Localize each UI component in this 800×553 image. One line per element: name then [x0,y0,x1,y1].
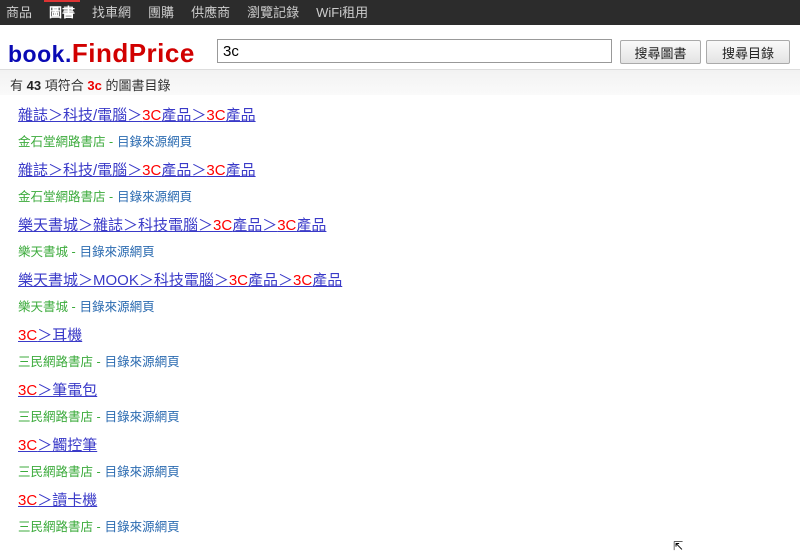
source-page-link[interactable]: 目錄來源網頁 [117,135,192,149]
store-name: 三民網路書店 [18,355,94,369]
source-page-link[interactable]: 目錄來源網頁 [105,520,180,534]
result-source: 三民網路書店 - 目錄來源網頁 [18,461,342,480]
result-item: 3C＞耳機三民網路書店 - 目錄來源網頁 [18,327,342,382]
keyword-highlight: 3C [18,382,38,399]
result-source: 三民網路書店 - 目錄來源網頁 [18,351,342,370]
search-input[interactable] [217,39,612,63]
result-item: 3C＞讀卡機三民網路書店 - 目錄來源網頁 [18,492,342,547]
nav-tab[interactable]: 找車網 [92,0,131,25]
separator: - [109,135,114,149]
title-segment: 樂天書城＞雜誌＞科技電腦＞ [18,217,214,234]
title-segment: 產品 [296,217,327,234]
separator: - [96,355,101,369]
result-source: 三民網路書店 - 目錄來源網頁 [18,516,342,535]
result-source: 樂天書城 - 目錄來源網頁 [18,296,342,315]
title-segment: ＞筆電包 [37,382,98,399]
summary-mid: 項符合 [44,78,84,93]
title-segment: ＞觸控筆 [37,437,98,454]
result-title-link[interactable]: 3C＞讀卡機 [18,492,97,510]
nav-tab[interactable]: 團購 [148,0,174,25]
search-books-button[interactable]: 搜尋圖書 [620,40,701,64]
keyword-highlight: 3C [206,107,226,124]
separator: - [109,190,114,204]
store-name: 樂天書城 [18,300,69,314]
site-logo[interactable]: book.FindPrice [8,38,195,69]
store-name: 樂天書城 [18,245,69,259]
result-title-link[interactable]: 3C＞觸控筆 [18,437,97,455]
result-item: 雜誌＞科技/電腦＞3C產品＞3C產品 金石堂網路書店 - 目錄來源網頁 [18,162,342,217]
result-title-link[interactable]: 3C＞耳機 [18,327,82,345]
source-page-link[interactable]: 目錄來源網頁 [80,245,155,259]
separator: - [96,465,101,479]
source-page-link[interactable]: 目錄來源網頁 [105,410,180,424]
summary-suffix: 的圖書目錄 [105,78,171,93]
title-segment: 產品 [312,272,343,289]
store-name: 三民網路書店 [18,410,94,424]
keyword-highlight: 3C [228,272,249,289]
nav-tab[interactable]: 供應商 [191,0,230,25]
result-source: 三民網路書店 - 目錄來源網頁 [18,406,342,425]
logo-part1: book. [8,41,72,67]
title-segment: 產品＞ [232,217,278,234]
result-item: 3C＞觸控筆三民網路書店 - 目錄來源網頁 [18,437,342,492]
top-nav: 商品 圖書 找車網 團購 供應商 瀏覽記錄 WiFi租用 [0,0,800,25]
result-title-link[interactable]: 樂天書城＞MOOK＞科技電腦＞3C產品＞3C產品 [18,272,342,290]
search-keyword: 3c [87,78,102,93]
title-segment: 雜誌＞科技/電腦＞ [18,162,143,179]
source-page-link[interactable]: 目錄來源網頁 [80,300,155,314]
title-segment: 產品 [225,107,256,124]
keyword-highlight: 3C [277,217,297,234]
logo-part2: FindPrice [71,38,195,68]
result-list: 雜誌＞科技/電腦＞3C產品＞3C產品 金石堂網路書店 - 目錄來源網頁 雜誌＞科技/電… [18,107,342,547]
separator: - [71,300,76,314]
source-page-link[interactable]: 目錄來源網頁 [105,465,180,479]
title-segment: 產品 [225,162,256,179]
nav-tab[interactable]: WiFi租用 [316,0,368,25]
result-source: 樂天書城 - 目錄來源網頁 [18,241,342,260]
store-name: 三民網路書店 [18,465,94,479]
store-name: 三民網路書店 [18,520,94,534]
result-item: 樂天書城＞雜誌＞科技電腦＞3C產品＞3C產品 樂天書城 - 目錄來源網頁 [18,217,342,272]
keyword-highlight: 3C [142,162,162,179]
store-name: 金石堂網路書店 [18,190,106,204]
keyword-highlight: 3C [18,327,38,344]
keyword-highlight: 3C [293,272,313,289]
keyword-highlight: 3C [18,492,38,509]
store-name: 金石堂網路書店 [18,135,106,149]
result-title-link[interactable]: 雜誌＞科技/電腦＞3C產品＞3C產品 [18,107,256,125]
result-source: 金石堂網路書店 - 目錄來源網頁 [18,186,342,205]
title-segment: 產品＞ [161,162,207,179]
source-page-link[interactable]: 目錄來源網頁 [117,190,192,204]
title-segment: ＞耳機 [37,327,83,344]
result-item: 雜誌＞科技/電腦＞3C產品＞3C產品 金石堂網路書店 - 目錄來源網頁 [18,107,342,162]
result-source: 金石堂網路書店 - 目錄來源網頁 [18,131,342,150]
keyword-highlight: 3C [18,437,38,454]
title-segment: 雜誌＞科技/電腦＞ [18,107,143,124]
nav-tab[interactable]: 商品 [6,0,32,25]
summary-prefix: 有 [10,78,24,93]
result-title-link[interactable]: 雜誌＞科技/電腦＞3C產品＞3C產品 [18,162,256,180]
title-segment: 產品＞ [161,107,207,124]
result-item: 樂天書城＞MOOK＞科技電腦＞3C產品＞3C產品 樂天書城 - 目錄來源網頁 [18,272,342,327]
search-catalog-button[interactable]: 搜尋目錄 [706,40,790,64]
nav-tab[interactable]: 瀏覽記錄 [247,0,299,25]
separator: - [71,245,76,259]
separator: - [96,520,101,534]
keyword-highlight: 3C [142,107,162,124]
result-count: 43 [26,78,42,93]
separator: - [96,410,101,424]
result-title-link[interactable]: 樂天書城＞雜誌＞科技電腦＞3C產品＞3C產品 [18,217,326,235]
source-page-link[interactable]: 目錄來源網頁 [105,355,180,369]
keyword-highlight: 3C [213,217,233,234]
title-segment: 產品＞ [248,272,294,289]
result-summary: 有 43 項符合 3c 的圖書目錄 [0,69,800,95]
result-title-link[interactable]: 3C＞筆電包 [18,382,97,400]
result-item: 3C＞筆電包三民網路書店 - 目錄來源網頁 [18,382,342,437]
nav-tab[interactable]: 圖書 [44,0,81,25]
title-segment: 樂天書城＞MOOK＞科技電腦＞ [18,272,229,289]
title-segment: ＞讀卡機 [37,492,98,509]
keyword-highlight: 3C [206,162,226,179]
